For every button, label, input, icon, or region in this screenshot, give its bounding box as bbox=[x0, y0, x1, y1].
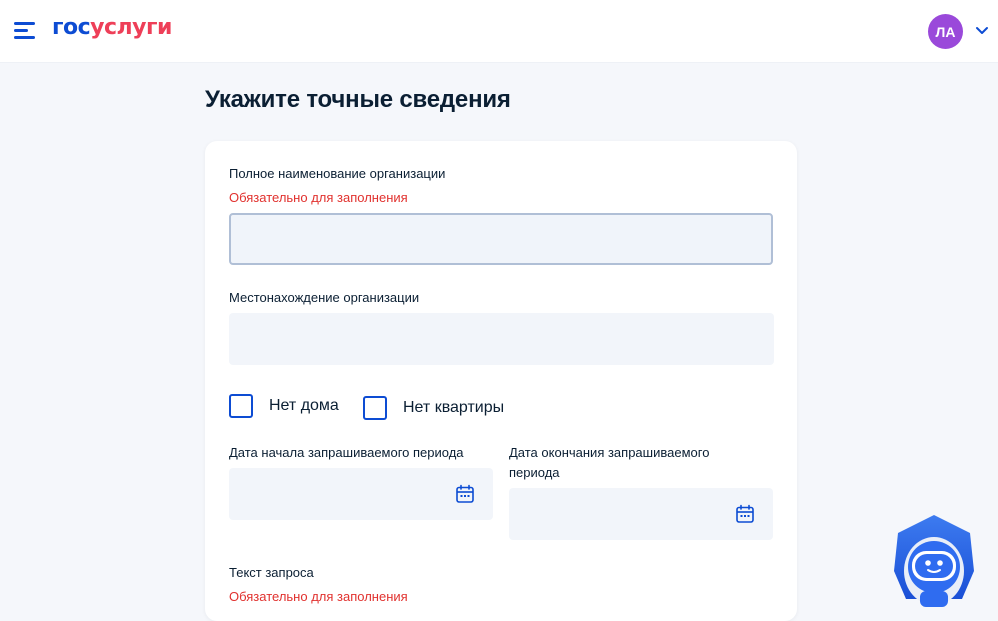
end-date-input[interactable] bbox=[509, 488, 773, 540]
gosuslugi-logo[interactable]: госуслуги bbox=[52, 15, 172, 40]
org-name-label: Полное наименование организации bbox=[229, 166, 446, 181]
user-avatar[interactable]: ЛА bbox=[928, 14, 963, 49]
form-card: Полное наименование организации Обязател… bbox=[205, 141, 797, 621]
end-date-label: Дата окончания запрашиваемого периода bbox=[509, 445, 710, 480]
org-name-required-hint: Обязательно для заполнения bbox=[229, 190, 408, 205]
calendar-icon[interactable] bbox=[455, 484, 475, 504]
calendar-icon[interactable] bbox=[735, 504, 755, 524]
menu-icon[interactable] bbox=[14, 22, 36, 40]
chevron-down-icon[interactable] bbox=[975, 25, 989, 37]
start-date-input[interactable] bbox=[229, 468, 493, 520]
org-location-label: Местонахождение организации bbox=[229, 290, 420, 305]
org-name-input[interactable] bbox=[229, 213, 773, 265]
start-date-label: Дата начала запрашиваемого периода bbox=[229, 445, 464, 460]
assistant-robot-icon[interactable] bbox=[890, 513, 978, 607]
no-apartment-checkbox[interactable] bbox=[363, 396, 387, 420]
request-text-label: Текст запроса bbox=[229, 565, 314, 580]
page-title: Укажите точные сведения bbox=[205, 86, 511, 113]
org-location-input[interactable] bbox=[229, 313, 774, 365]
top-header: госуслуги ЛА bbox=[0, 0, 998, 63]
no-house-label: Нет дома bbox=[269, 397, 339, 414]
no-house-checkbox[interactable] bbox=[229, 394, 253, 418]
no-apartment-label: Нет квартиры bbox=[403, 399, 505, 416]
request-text-required-hint: Обязательно для заполнения bbox=[229, 589, 408, 604]
